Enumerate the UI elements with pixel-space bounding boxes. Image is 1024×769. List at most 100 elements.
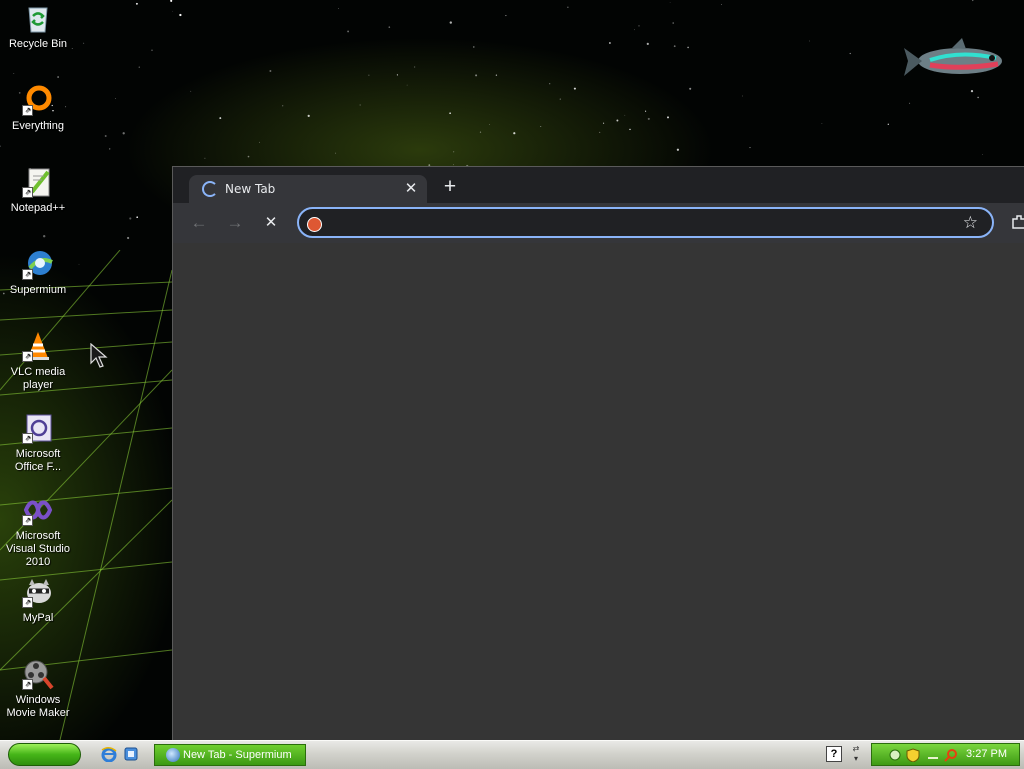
start-button[interactable]: [8, 743, 81, 766]
address-input[interactable]: [331, 213, 955, 235]
shortcut-arrow-icon: ↗: [22, 597, 33, 608]
desktop-icon-office[interactable]: ↗ Microsoft Office F...: [0, 412, 76, 474]
star-dot: [624, 114, 626, 116]
star-dot: [645, 110, 647, 112]
star-dot: [809, 40, 810, 42]
star-dot: [109, 148, 111, 150]
network-icon[interactable]: [888, 748, 902, 762]
clock[interactable]: 3:27 PM: [966, 748, 1007, 760]
star-dot: [57, 76, 59, 78]
star-dot: [599, 131, 601, 133]
extensions-puzzle-icon[interactable]: [1011, 214, 1024, 230]
supermium-icon: ↗: [22, 248, 54, 280]
star-dot: [647, 117, 650, 120]
shortcut-arrow-icon: ↗: [22, 105, 33, 116]
forward-button[interactable]: →: [222, 210, 248, 236]
desktop-icon-visual-studio[interactable]: ↗ Microsoft Visual Studio 2010: [0, 494, 76, 569]
star-dot: [282, 105, 284, 107]
desktop-icon-everything[interactable]: ↗ Everything: [0, 84, 76, 133]
recycle-bin-icon: [22, 2, 54, 34]
security-shield-icon[interactable]: [906, 748, 920, 762]
taskbar: New Tab - Supermium ? ⇄ ▾ 3:27 PM: [0, 740, 1024, 769]
page-content-area: [173, 243, 1024, 740]
supermium-small-icon: [166, 748, 180, 762]
taskbar-button-label: New Tab - Supermium: [183, 749, 292, 761]
star-dot: [673, 45, 676, 48]
star-dot: [821, 123, 823, 124]
browser-window: New Tab ✕ + ← → ✕ ☆: [172, 166, 1024, 740]
shortcut-arrow-icon: ↗: [22, 679, 33, 690]
movie-maker-icon: ↗: [22, 658, 54, 690]
shortcut-arrow-icon: ↗: [22, 351, 33, 362]
notepadpp-icon: ↗: [22, 166, 54, 198]
back-button[interactable]: ←: [186, 210, 212, 236]
shortcut-arrow-icon: ↗: [22, 269, 33, 280]
star-dot: [849, 52, 851, 55]
star-dot: [749, 147, 751, 149]
tab-new-tab[interactable]: New Tab ✕: [189, 175, 427, 203]
star-dot: [347, 30, 350, 33]
desktop-icon-mypal[interactable]: ↗ MyPal: [0, 576, 76, 625]
star-dot: [413, 66, 416, 68]
star-dot: [269, 70, 272, 72]
desktop-icon-label: Recycle Bin: [8, 38, 68, 50]
desktop-icon-label: Windows Movie Maker: [6, 694, 70, 719]
browser-toolbar: ← → ✕ ☆: [173, 203, 1024, 243]
star-dot: [190, 90, 192, 92]
new-tab-button[interactable]: +: [437, 174, 463, 200]
bookmark-star-icon[interactable]: ☆: [963, 212, 978, 234]
mypal-raccoon-icon: ↗: [22, 576, 54, 608]
star-dot: [136, 216, 139, 219]
star-dot: [247, 155, 250, 158]
star-dot: [676, 148, 680, 151]
star-dot: [368, 74, 370, 76]
star-dot: [335, 152, 337, 154]
internet-explorer-icon[interactable]: [101, 746, 117, 762]
star-dot: [453, 151, 455, 153]
star-dot: [603, 122, 605, 124]
star-dot: [43, 235, 46, 238]
star-dot: [406, 84, 408, 86]
star-dot: [549, 83, 551, 85]
tab-close-button[interactable]: ✕: [401, 179, 421, 199]
star-dot: [687, 46, 689, 49]
address-bar[interactable]: ☆: [297, 207, 994, 238]
desktop-icon-label: Microsoft Visual Studio 2010: [5, 530, 70, 568]
star-dot: [505, 15, 507, 17]
star-dot: [179, 13, 182, 17]
star-dot: [219, 117, 222, 120]
star-dot: [982, 153, 983, 155]
desktop-icon-movie-maker[interactable]: ↗ Windows Movie Maker: [0, 658, 76, 720]
search-magnifier-icon[interactable]: [944, 748, 958, 762]
shortcut-arrow-icon: ↗: [22, 187, 33, 198]
star-dot: [887, 123, 889, 125]
tab-strip: New Tab ✕ +: [173, 167, 1024, 203]
help-icon[interactable]: ?: [826, 746, 842, 762]
star-dot: [559, 98, 561, 100]
taskbar-button-supermium[interactable]: New Tab - Supermium: [154, 744, 306, 766]
star-dot: [396, 74, 398, 76]
desktop-icon-notepadpp[interactable]: ↗ Notepad++: [0, 166, 76, 215]
star-dot: [122, 132, 125, 135]
desktop-icon-label: Everything: [12, 120, 64, 132]
desktop: Recycle Bin ↗ Everything ↗ Notepad++ ↗ S…: [0, 0, 1024, 740]
star-dot: [449, 112, 451, 114]
stop-button[interactable]: ✕: [258, 210, 284, 236]
vlc-cone-icon: ↗: [22, 330, 54, 362]
everything-search-icon: ↗: [22, 84, 54, 116]
show-desktop-icon[interactable]: [123, 746, 139, 762]
input-language-icon[interactable]: ⇄ ▾: [850, 744, 862, 764]
star-dot: [449, 21, 452, 24]
star-dot: [567, 6, 569, 8]
visual-studio-icon: ↗: [22, 494, 54, 526]
desktop-icon-recycle-bin[interactable]: Recycle Bin: [0, 2, 76, 51]
wifi-icon[interactable]: [926, 748, 940, 762]
star-dot: [151, 49, 153, 51]
desktop-icon-vlc[interactable]: ↗ VLC media player: [0, 330, 76, 392]
desktop-icon-supermium[interactable]: ↗ Supermium: [0, 248, 76, 297]
star-dot: [616, 119, 619, 122]
shortcut-arrow-icon: ↗: [22, 515, 33, 526]
star-dot: [972, 0, 974, 2]
star-dot: [495, 74, 498, 76]
star-dot: [307, 114, 310, 118]
